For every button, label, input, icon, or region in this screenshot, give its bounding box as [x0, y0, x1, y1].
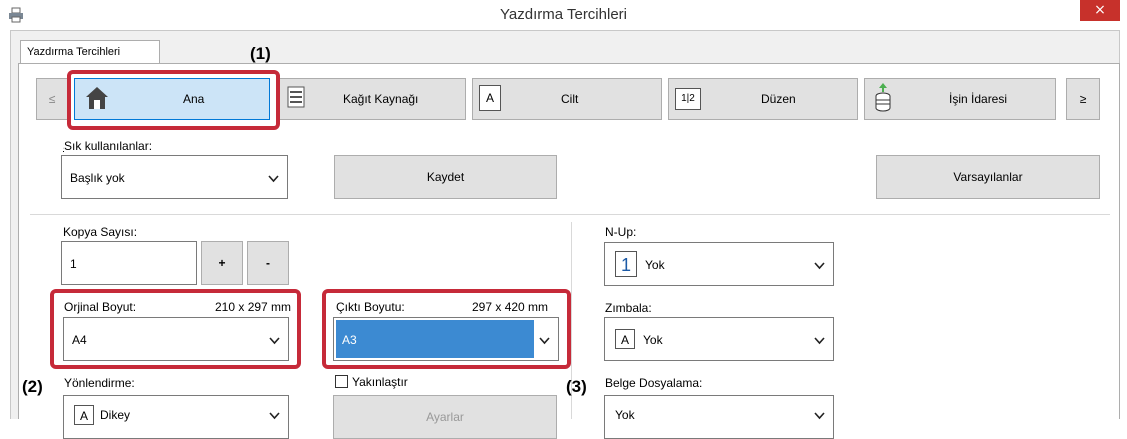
nup-value: Yok	[645, 258, 665, 272]
chevron-down-icon	[269, 412, 280, 420]
callout-label-3: (3)	[566, 377, 587, 396]
nup-select[interactable]: 1 Yok	[604, 242, 834, 286]
zoom-checkbox[interactable]	[335, 375, 348, 388]
nav-prev-label: ≤	[48, 92, 56, 106]
nav-tab-paper-source[interactable]: Kağıt Kaynağı	[276, 78, 466, 120]
staple-label: Zımbala:	[605, 301, 652, 315]
close-button[interactable]: ×	[1080, 0, 1120, 21]
callout-box-2	[50, 289, 301, 369]
zoom-settings-button[interactable]: Ayarlar	[333, 395, 557, 439]
nup-icon: 1	[615, 251, 637, 277]
nav-tab-layout[interactable]: 1|2 Düzen	[668, 78, 858, 120]
nav-tab-job-handling-label: İşin İdaresi	[949, 92, 1008, 106]
orientation-value: Dikey	[100, 408, 131, 422]
copies-plus-label: +	[218, 256, 226, 270]
chevron-down-icon	[268, 175, 279, 183]
job-handling-icon	[875, 83, 891, 112]
nav-tab-paper-source-label: Kağıt Kaynağı	[343, 92, 419, 106]
callout-box-1	[67, 70, 280, 130]
filing-label: Belge Dosyalama:	[605, 376, 703, 390]
orientation-label: Yönlendirme:	[64, 376, 135, 390]
staple-icon: A	[615, 329, 635, 349]
staple-value: Yok	[643, 333, 663, 347]
favorites-select[interactable]: Başlık yok	[61, 155, 288, 199]
favorites-label-text: Sık kullanılanlar:	[64, 139, 153, 153]
save-button[interactable]: Kaydet	[334, 155, 557, 199]
nav-prev-button[interactable]: ≤	[36, 78, 68, 120]
zoom-settings-label: Ayarlar	[426, 410, 464, 424]
nav-tab-binding-label: Cilt	[561, 92, 579, 106]
binding-icon: A	[479, 85, 501, 111]
copies-minus-label: -	[266, 256, 270, 270]
favorites-value: Başlık yok	[70, 171, 125, 185]
nav-next-button[interactable]: ≥	[1066, 78, 1100, 120]
filing-value: Yok	[615, 408, 635, 422]
nup-label: N-Up:	[605, 225, 637, 239]
paper-tray-icon	[287, 86, 305, 108]
callout-label-2: (2)	[22, 377, 43, 396]
window-title: Yazdırma Tercihleri	[500, 6, 627, 23]
orientation-icon: A	[74, 405, 94, 425]
staple-select[interactable]: A Yok	[604, 317, 834, 361]
callout-label-1: (1)	[250, 44, 271, 63]
defaults-label: Varsayılanlar	[953, 170, 1023, 184]
nav-tab-layout-label: Düzen	[761, 92, 796, 106]
copies-input[interactable]: 1	[61, 241, 197, 285]
chevron-down-icon	[814, 262, 825, 270]
zoom-label: Yakınlaştır	[352, 375, 408, 389]
nav-tab-job-handling[interactable]: İşin İdaresi	[864, 78, 1056, 120]
copies-plus-button[interactable]: +	[201, 241, 243, 285]
layout-icon: 1|2	[675, 88, 701, 110]
chevron-down-icon	[814, 412, 825, 420]
defaults-button[interactable]: Varsayılanlar	[876, 155, 1100, 199]
nav-next-label: ≥	[1079, 92, 1087, 106]
callout-box-3	[322, 289, 571, 369]
copies-label: Kopya Sayısı:	[63, 225, 138, 239]
nav-tab-binding[interactable]: A Cilt	[472, 78, 662, 120]
tab-print-preferences[interactable]: Yazdırma Tercihleri	[20, 40, 160, 64]
save-label: Kaydet	[426, 170, 465, 184]
favorites-label: SSık kullanılanlar:	[63, 139, 153, 153]
filing-select[interactable]: Yok	[604, 395, 834, 439]
copies-minus-button[interactable]: -	[247, 241, 289, 285]
orientation-select[interactable]: A Dikey	[63, 395, 289, 439]
title-bar: Yazdırma Tercihleri ×	[0, 0, 1127, 30]
divider	[30, 214, 1110, 215]
copies-value: 1	[70, 257, 77, 271]
chevron-down-icon	[814, 337, 825, 345]
